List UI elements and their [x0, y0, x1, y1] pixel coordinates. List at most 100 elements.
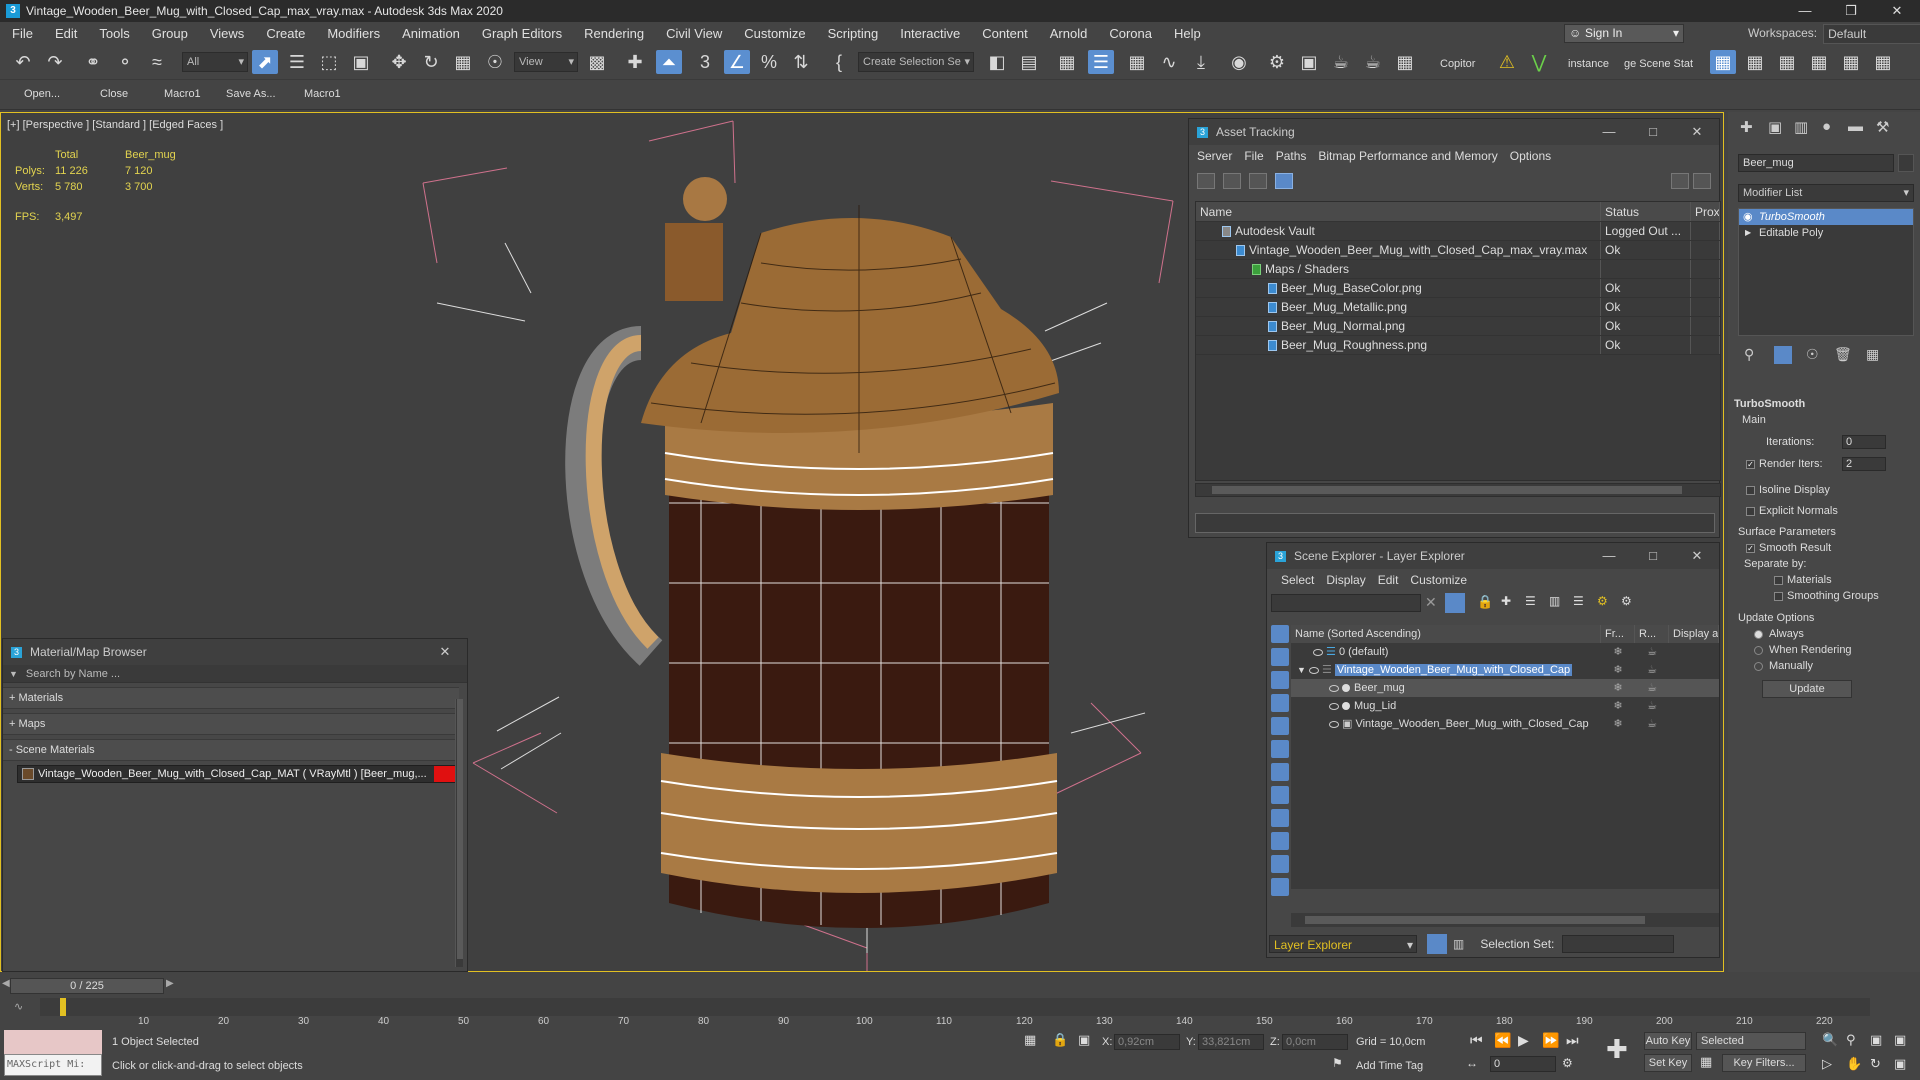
list-view-icon[interactable] [1223, 173, 1241, 189]
smoothing-groups-checkbox[interactable] [1774, 591, 1783, 601]
new-layer-icon[interactable]: ✚ [1501, 594, 1511, 608]
layout-icon[interactable]: ▦ [1710, 50, 1736, 74]
menu-civil-view[interactable]: Civil View [666, 26, 722, 41]
menu-rendering[interactable]: Rendering [584, 26, 644, 41]
material-browser-titlebar[interactable]: 3 Material/Map Browser ✕ [3, 639, 467, 665]
column-prox[interactable]: Prox [1691, 202, 1720, 221]
menu-paths[interactable]: Paths [1276, 149, 1307, 163]
zoom-all-icon[interactable]: ⚲ [1846, 1032, 1856, 1048]
maxscript-mini-input[interactable]: MAXScript Mi: [4, 1054, 102, 1076]
column-render[interactable]: R... [1635, 625, 1669, 643]
spinner-snap-icon[interactable]: ⇅ [788, 50, 814, 74]
helpers-filter-icon[interactable] [1271, 717, 1289, 735]
time-slider-thumb[interactable]: 0 / 225 [10, 978, 164, 994]
key-filters-icon[interactable]: ▦ [1700, 1054, 1712, 1070]
when-rendering-radio[interactable] [1754, 645, 1763, 655]
z-coordinate-field[interactable]: 0,0cm [1282, 1034, 1348, 1050]
visibility-eye-icon[interactable] [1329, 702, 1339, 710]
expand-icon[interactable]: ▦ [1870, 50, 1896, 74]
scene-materials-section[interactable]: - Scene Materials [3, 739, 459, 761]
chevron-down-icon[interactable]: ▼ [1297, 665, 1306, 675]
menu-views[interactable]: Views [210, 26, 244, 41]
lock-icon[interactable]: 🔒 [1477, 594, 1493, 610]
visibility-eye-icon[interactable] [1329, 684, 1339, 692]
orbit-icon[interactable]: ↻ [1870, 1056, 1881, 1072]
current-frame-field[interactable]: 0 [1490, 1056, 1556, 1072]
frozen-filter-icon[interactable] [1271, 855, 1289, 873]
absolute-mode-icon[interactable]: ▣ [1078, 1032, 1090, 1048]
key-mode-icon[interactable]: ↔ [1466, 1056, 1478, 1070]
asset-path-field[interactable] [1195, 513, 1715, 533]
workspaces-select[interactable]: Default [1823, 24, 1920, 44]
window-crossing-icon[interactable]: ▣ [348, 50, 374, 74]
maps-section[interactable]: + Maps [3, 713, 459, 735]
align-icon[interactable]: ▤ [1016, 50, 1042, 74]
pan-icon[interactable]: ✋ [1846, 1056, 1862, 1072]
table-row[interactable]: Autodesk Vault Logged Out ... [1196, 222, 1720, 241]
menu-help[interactable]: Help [1174, 26, 1201, 41]
unlink-icon[interactable]: ⚬ [112, 50, 138, 74]
toggle-scene-explorer-icon[interactable]: ▦ [1054, 50, 1080, 74]
key-filters-button[interactable]: Key Filters... [1722, 1054, 1806, 1072]
bones-filter-icon[interactable] [1271, 809, 1289, 827]
minimize-button[interactable]: — [1587, 543, 1631, 569]
macro-macro1[interactable]: Macro1 [164, 88, 201, 100]
shapes-filter-icon[interactable] [1271, 648, 1289, 666]
material-vertical-scrollbar[interactable] [455, 699, 463, 967]
rect-selection-icon[interactable]: ⬚ [316, 50, 342, 74]
maximize-viewport-icon[interactable]: ▣ [1894, 1056, 1906, 1072]
instance-label[interactable]: instance [1568, 58, 1609, 70]
material-editor-icon[interactable]: ◉ [1226, 50, 1252, 74]
track-bar[interactable]: ∿ 10 20 30 40 50 60 70 80 90 100 110 120… [0, 996, 1920, 1028]
chevron-right-icon[interactable]: ▶ [1745, 225, 1751, 241]
stack-icon[interactable]: ☰ [1573, 594, 1584, 608]
column-name[interactable]: Name [1196, 202, 1601, 221]
table-row[interactable]: Vintage_Wooden_Beer_Mug_with_Closed_Cap_… [1196, 241, 1720, 260]
filter-icon[interactable] [1445, 593, 1465, 613]
menu-create[interactable]: Create [266, 26, 305, 41]
list-item[interactable]: Mug_Lid ❄ ☕ [1291, 697, 1719, 715]
settings-icon[interactable] [1693, 173, 1711, 189]
plus-icon[interactable]: ▦ [1806, 50, 1832, 74]
maximize-button[interactable]: ❒ [1828, 0, 1874, 22]
hierarchy-tab-icon[interactable]: ▥ [1794, 118, 1808, 136]
selection-filter-dropdown[interactable]: All [182, 52, 248, 72]
zoom-extents-icon[interactable]: ▣ [1870, 1032, 1882, 1048]
minimize-button[interactable]: — [1782, 0, 1828, 22]
set-key-big-icon[interactable]: ✚ [1606, 1034, 1628, 1065]
go-to-end-icon[interactable]: ⏭ [1566, 1032, 1579, 1049]
table-row[interactable]: Beer_Mug_Normal.png Ok [1196, 317, 1720, 336]
redo-icon[interactable]: ↷ [42, 50, 68, 74]
list-item[interactable]: Beer_mug ❄ ☕ [1291, 679, 1719, 697]
visibility-eye-icon[interactable] [1329, 720, 1339, 728]
menu-customize[interactable]: Customize [1410, 573, 1467, 587]
freeze-icon[interactable]: ❄ [1601, 715, 1635, 733]
search-options-icon[interactable]: ▼ [9, 669, 18, 679]
y-coordinate-field[interactable]: 33,821cm [1198, 1034, 1264, 1050]
scene-horizontal-scrollbar[interactable] [1291, 913, 1719, 927]
link-icon[interactable]: ⚭ [80, 50, 106, 74]
close-button[interactable]: ✕ [423, 639, 467, 665]
macro-close[interactable]: Close [100, 88, 128, 100]
current-frame-marker[interactable] [60, 998, 66, 1016]
stack-item-turbosmooth[interactable]: ◉ TurboSmooth [1739, 209, 1913, 225]
manually-radio[interactable] [1754, 661, 1763, 671]
grid-view-icon[interactable] [1275, 173, 1293, 189]
object-name-field[interactable]: Beer_mug [1738, 154, 1894, 172]
stack-item-editable-poly[interactable]: ▶ Editable Poly [1739, 225, 1913, 241]
help-icon[interactable] [1671, 173, 1689, 189]
render-iters-checkbox[interactable]: ✓ [1746, 459, 1755, 469]
explorer-type-dropdown[interactable]: Layer Explorer [1269, 935, 1417, 954]
undo-icon[interactable]: ↶ [10, 50, 36, 74]
freeze-icon[interactable]: ❄ [1601, 679, 1635, 697]
sign-in-dropdown[interactable]: Sign In [1564, 24, 1684, 43]
zoom-icon[interactable]: 🔍 [1822, 1032, 1838, 1048]
asset-tracking-titlebar[interactable]: 3 Asset Tracking — □ ✕ [1189, 119, 1719, 145]
move-icon[interactable]: ✥ [386, 50, 412, 74]
column-name[interactable]: Name (Sorted Ascending) [1291, 625, 1601, 643]
lock-icon[interactable]: ▦ [1774, 50, 1800, 74]
schematic-view-icon[interactable]: ⤓ [1188, 50, 1214, 74]
render-icon[interactable]: ☕ [1635, 661, 1669, 679]
hierarchy-toggle-icon[interactable]: ▥ [1453, 937, 1464, 951]
render-icon[interactable]: ☕ [1635, 643, 1669, 661]
